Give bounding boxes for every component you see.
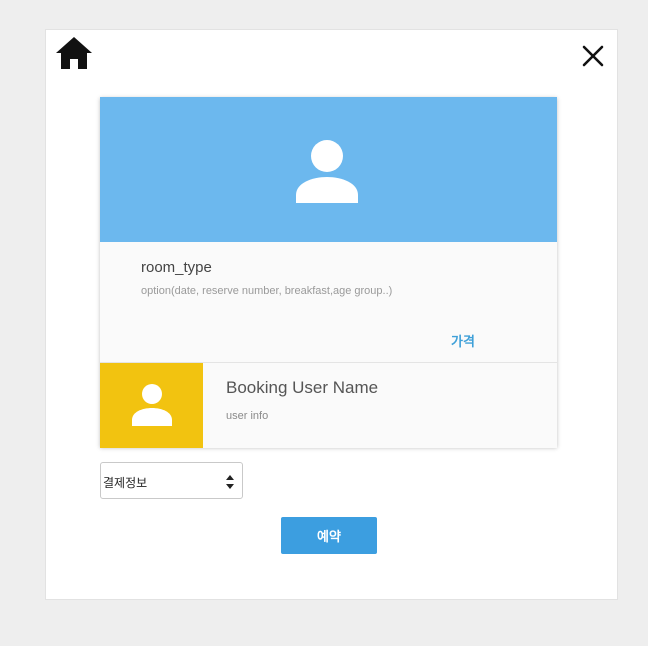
user-icon (132, 384, 172, 426)
room-option-text: option(date, reserve number, breakfast,a… (141, 285, 393, 297)
payment-info-select[interactable]: 결제정보 (100, 462, 243, 499)
sort-arrows-icon (226, 475, 234, 489)
booking-modal: room_type option(date, reserve number, b… (45, 29, 618, 600)
reserve-button[interactable]: 예약 (281, 517, 377, 554)
booking-user-name: Booking User Name (226, 378, 379, 397)
price-link[interactable]: 가격 (451, 331, 475, 350)
room-type-title: room_type (141, 259, 212, 276)
room-card: room_type option(date, reserve number, b… (100, 97, 557, 448)
user-info-text: user info (226, 410, 269, 422)
payment-selected-value: 결제정보 (103, 476, 148, 490)
room-hero-image (100, 97, 557, 242)
user-avatar (100, 363, 203, 448)
home-icon[interactable] (55, 36, 93, 70)
close-icon[interactable] (578, 41, 608, 71)
booking-user-row: Booking User Name user info (100, 362, 557, 448)
person-icon (296, 140, 358, 203)
